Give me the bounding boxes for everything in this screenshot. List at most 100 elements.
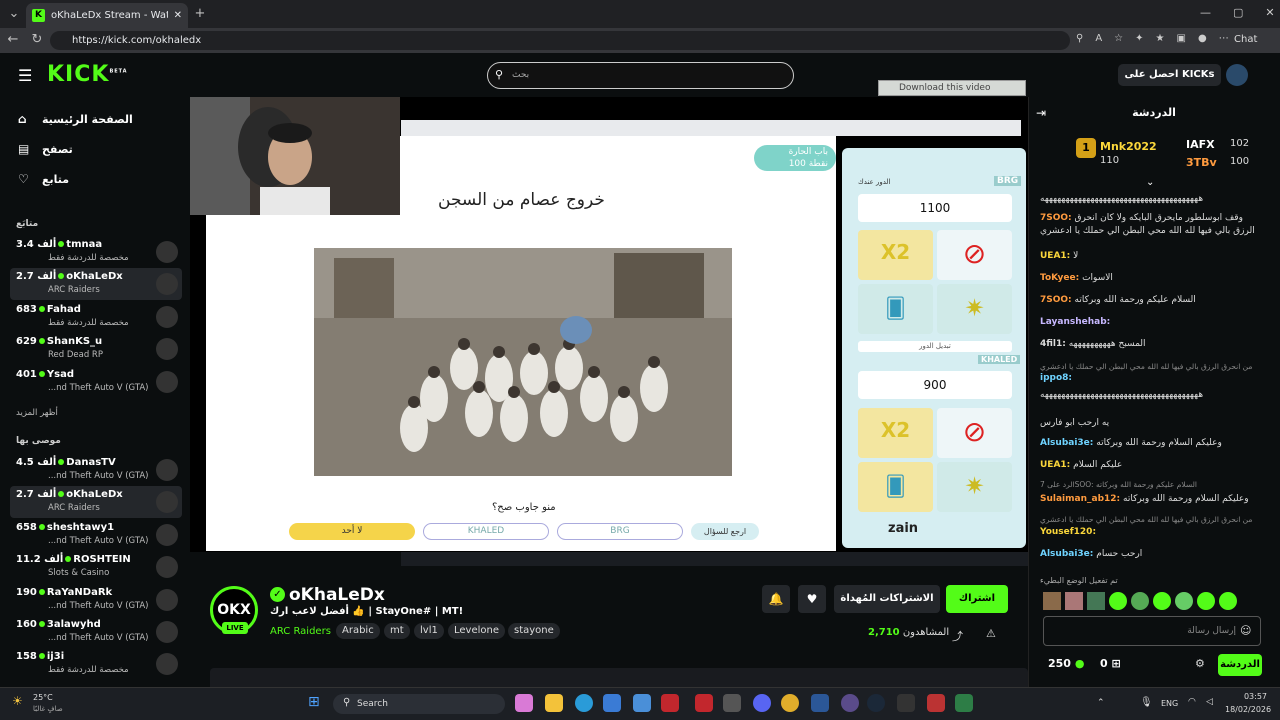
collections-icon[interactable]: ▣ xyxy=(1177,33,1186,44)
chat-username[interactable]: Alsubai3e: xyxy=(1040,438,1093,448)
sidebar-channel-fahad[interactable]: 683 Fahad مخصصة للدردشة فقط xyxy=(10,301,182,333)
cards-powerup-icon-2[interactable]: 🂠 xyxy=(858,462,933,512)
chat-message[interactable]: ToKyee: الاسوات xyxy=(1040,272,1262,285)
chat-username[interactable]: Sulaiman_ab12: xyxy=(1040,494,1120,504)
nav-home[interactable]: ⌂ الصفحة الرئيسية xyxy=(0,107,190,131)
emote-3[interactable] xyxy=(1087,592,1105,610)
refresh-icon[interactable]: ↻ xyxy=(27,30,47,50)
chat-username[interactable]: ippo8: xyxy=(1040,373,1072,383)
clock-time[interactable]: 03:57 xyxy=(1225,692,1267,701)
favorites-icon[interactable]: ★ xyxy=(1156,33,1165,44)
team1-score[interactable]: 1100 xyxy=(858,194,1012,222)
windows-start-icon[interactable]: ⊞ xyxy=(308,694,320,710)
chat-username[interactable]: Yousef120: xyxy=(1040,527,1096,537)
maximize-icon[interactable]: ▢ xyxy=(1233,6,1243,19)
sidebar-channel-okhaledx[interactable]: 2.7 ألف oKhaLeDx ARC Raiders xyxy=(10,268,182,301)
sidebar-channel-tmnaa[interactable]: 3.4 ألف tmnaa مخصصة للدردشة فقط xyxy=(10,236,182,268)
chat-message[interactable]: 7SOO: السلام عليكم ورحمة الله وبركاته xyxy=(1040,294,1262,307)
report-icon[interactable]: ⚠ xyxy=(986,627,996,640)
sidebar-channel-rayandark[interactable]: 190 RaYaNDaRk ...nd Theft Auto V (GTA) xyxy=(10,584,182,616)
double-score-powerup[interactable]: X2 xyxy=(858,230,933,280)
chat-reply-preview[interactable]: من انحرق الرزق بالي فيها لله الله محي ال… xyxy=(1040,515,1262,525)
notification-bell-icon[interactable]: 🔔 xyxy=(762,585,790,613)
chat-message[interactable]: ههههههههههههههههههههههههههههههههههههههه xyxy=(1040,389,1262,402)
tag-arabic[interactable]: Arabic xyxy=(336,623,380,639)
tab-list-icon[interactable]: ⌄ xyxy=(4,4,24,24)
chat-message[interactable]: 7SOO: وقف ابوسلطور مايحرق البايكه ولا كا… xyxy=(1040,212,1262,238)
block-powerup-icon[interactable]: ⊘ xyxy=(937,230,1012,280)
chat-message[interactable]: يه ارحب ابو فارس xyxy=(1040,417,1262,430)
chat-message[interactable]: Alsubai3e: ارحب حسام xyxy=(1040,548,1262,561)
chat-message[interactable]: ippo8: xyxy=(1040,372,1262,385)
emote-1[interactable] xyxy=(1043,592,1061,610)
cards-powerup-icon[interactable]: 🂠 xyxy=(858,284,933,334)
chat-input[interactable]: إرسال رسالة xyxy=(1043,616,1261,646)
collapse-chat-icon[interactable]: ⇥ xyxy=(1036,106,1046,120)
emote-4[interactable] xyxy=(1109,592,1127,610)
chat-message[interactable]: Alsubai3e: وعليكم السلام ورحمة الله وبرك… xyxy=(1040,437,1262,450)
nav-browse[interactable]: ▤ تصفح xyxy=(0,137,190,161)
taskbar-app-1[interactable] xyxy=(515,694,533,712)
sidebar-channel-ij3i[interactable]: 158 ij3i مخصصة للدردشة فقط xyxy=(10,648,182,680)
taskbar-app-14[interactable] xyxy=(897,694,915,712)
send-chat-button[interactable]: الدردشة xyxy=(1218,654,1262,676)
user-avatar[interactable] xyxy=(1226,64,1248,86)
language-indicator[interactable]: ENG xyxy=(1161,699,1178,708)
chat-message[interactable]: Sulaiman_ab12: وعليكم السلام ورحمة الله … xyxy=(1040,493,1262,506)
emote-8[interactable] xyxy=(1197,592,1215,610)
chat-message[interactable]: UEA1: عليكم السلام xyxy=(1040,459,1262,472)
answer-none[interactable]: لا أحد xyxy=(289,523,415,540)
emote-5[interactable] xyxy=(1131,592,1149,610)
share-icon[interactable]: ⤴ xyxy=(952,628,963,644)
emote-6[interactable] xyxy=(1153,592,1171,610)
back-icon[interactable]: ← xyxy=(3,30,23,50)
taskbar-app-7[interactable] xyxy=(695,694,713,712)
sidebar-channel-3alawyhd[interactable]: 160 3alawyhd ...nd Theft Auto V (GTA) xyxy=(10,616,182,648)
subscribe-button[interactable]: اشتراك xyxy=(946,585,1008,613)
switch-turn-button[interactable]: تبديل الدور xyxy=(858,341,1012,352)
chat-reply-preview[interactable]: من انحرق الرزق بالي فيها لله الله محي ال… xyxy=(1040,362,1262,372)
chat-message[interactable]: ههههههههههههههههههههههههههههههههههههههه xyxy=(1040,193,1262,206)
chat-settings-icon[interactable]: ⚙ xyxy=(1195,657,1205,670)
chat-username[interactable]: UEA1: xyxy=(1040,251,1070,261)
tray-chevron-icon[interactable]: ⌃ xyxy=(1097,698,1105,708)
taskbar-app-12[interactable] xyxy=(841,694,859,712)
url-input[interactable]: https://kick.com/okhaledx xyxy=(50,31,1070,50)
double-score-powerup-2[interactable]: X2 xyxy=(858,408,933,458)
taskbar-discord-icon[interactable] xyxy=(753,694,771,712)
minimize-icon[interactable]: — xyxy=(1200,6,1211,19)
taskbar-app-16[interactable] xyxy=(955,694,973,712)
sidebar-channel-okhaledx[interactable]: 2.7 ألف oKhaLeDx ARC Raiders xyxy=(10,486,182,519)
download-video-button[interactable]: Download this video xyxy=(878,80,1026,96)
kicks-balance[interactable]: 0 ⊞ xyxy=(1100,657,1121,670)
taskbar-app-5[interactable] xyxy=(633,694,651,712)
taskbar-chrome-icon[interactable] xyxy=(781,694,799,712)
volume-icon[interactable]: ◁ xyxy=(1206,697,1213,707)
chat-username[interactable]: 7SOO: xyxy=(1040,213,1072,223)
more-icon[interactable]: ⋯ xyxy=(1219,33,1229,44)
taskbar-app-8[interactable] xyxy=(723,694,741,712)
new-tab-icon[interactable]: + xyxy=(190,4,210,24)
emote-9[interactable] xyxy=(1219,592,1237,610)
chat-message[interactable]: 4fil1: المسبح ههههههههههه xyxy=(1040,338,1262,351)
tag-stayone[interactable]: stayone xyxy=(508,623,560,639)
block-powerup-icon-2[interactable]: ⊘ xyxy=(937,408,1012,458)
sidebar-channel-roshtein[interactable]: 11.2 ألف ROSHTEIN Slots & Casino xyxy=(10,551,182,583)
taskbar-app-11[interactable] xyxy=(811,694,829,712)
tag-lvl1[interactable]: lvl1 xyxy=(414,623,444,639)
chat-username[interactable]: UEA1: xyxy=(1040,460,1070,470)
browser-tab[interactable]: K oKhaLeDx Stream - Watch Live on ✕ xyxy=(26,3,188,28)
chat-reply-preview[interactable]: الرد على 7SOO: السلام عليكم ورحمة الله و… xyxy=(1040,480,1262,490)
expand-leaderboard-icon[interactable]: ⌄ xyxy=(1146,177,1154,188)
weather-temp[interactable]: 25°C xyxy=(33,693,53,702)
chat-username[interactable]: Layanshehab: xyxy=(1040,317,1110,327)
taskbar-steam-icon[interactable] xyxy=(867,694,885,712)
favorite-star-icon[interactable]: ☆ xyxy=(1114,33,1123,44)
chat-button[interactable]: Chat xyxy=(1234,34,1257,45)
chat-username[interactable]: Alsubai3e: xyxy=(1040,549,1093,559)
chat-message[interactable]: UEA1: لا xyxy=(1040,250,1262,263)
follow-heart-icon[interactable]: ♥ xyxy=(798,585,826,613)
points-balance[interactable]: 250 ● xyxy=(1048,657,1084,670)
profile-icon[interactable]: ● xyxy=(1198,33,1207,44)
chat-message[interactable]: Yousef120: xyxy=(1040,526,1262,539)
